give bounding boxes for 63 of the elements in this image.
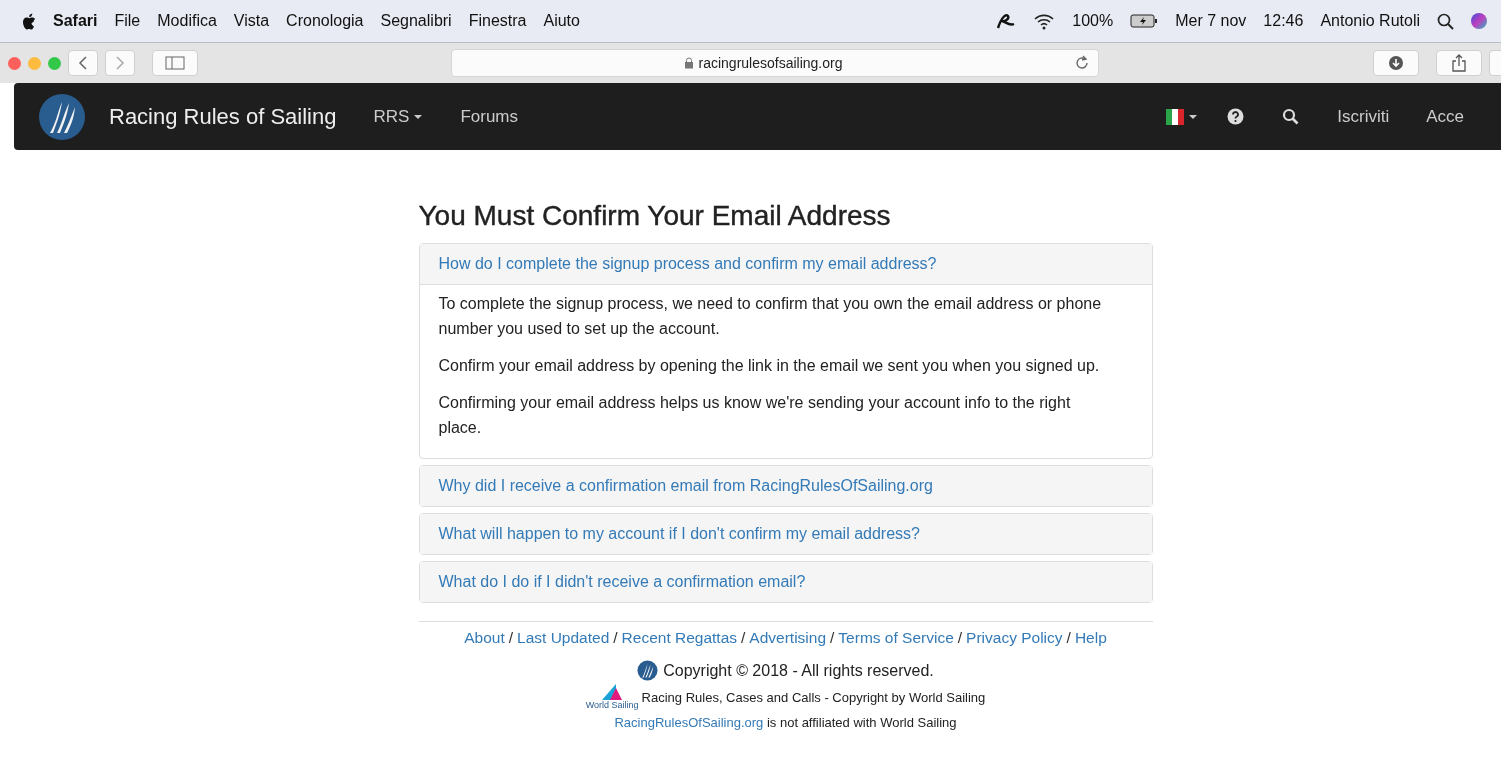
link-separator: / xyxy=(741,629,746,647)
nav-link[interactable]: RRS xyxy=(354,106,442,127)
copyright-text: Racing Rules, Cases and Calls - Copyright by World Sailing xyxy=(641,689,986,705)
battery-percent: 100% xyxy=(1072,12,1114,30)
link-separator: / xyxy=(830,629,835,647)
page-title: You Must Confirm Your Email Address xyxy=(418,200,892,232)
user-name[interactable]: Antonio Rutoli xyxy=(1320,12,1420,30)
script-icon[interactable] xyxy=(996,12,1017,30)
copyright-text: Copyright © 2018 - All rights reserved. xyxy=(663,661,934,680)
menu-item[interactable]: Vista xyxy=(233,12,270,30)
footer-link[interactable]: Recent Regattas xyxy=(621,629,738,647)
nav-link[interactable]: Acce xyxy=(1426,106,1481,127)
menu-item[interactable]: Aiuto xyxy=(543,12,580,30)
menu-item[interactable]: Finestra xyxy=(468,12,527,30)
language-menu[interactable] xyxy=(1166,108,1198,125)
back-icon xyxy=(78,55,88,71)
answer-paragraph: Confirm your email address by opening the link in the email we sent you when you signed up. xyxy=(438,356,1101,376)
flag-icon xyxy=(1166,108,1185,125)
address-bar[interactable]: racingrulesofsailing.org xyxy=(451,49,1099,77)
nav-link[interactable]: Forums xyxy=(441,106,537,127)
sail-logo-icon xyxy=(637,660,659,681)
menu-item[interactable]: Cronologia xyxy=(286,12,364,30)
menu-item[interactable]: Modifica xyxy=(157,12,217,30)
link-separator: / xyxy=(613,629,618,647)
menu-item[interactable]: Safari xyxy=(53,12,98,30)
search-icon[interactable] xyxy=(1437,12,1454,30)
answer-paragraph: Confirming your email address helps us know we're sending your account info to the right place. xyxy=(438,393,1072,438)
lock-icon xyxy=(683,57,694,69)
nav-link[interactable]: Iscriviti xyxy=(1337,106,1407,127)
menu-item[interactable]: File xyxy=(114,12,141,30)
link-separator: / xyxy=(1066,629,1071,647)
reload-icon[interactable] xyxy=(1074,55,1090,71)
date-text[interactable]: Mer 7 nov xyxy=(1175,12,1247,30)
sidebar-icon xyxy=(165,56,185,70)
forward-icon xyxy=(115,55,125,71)
siri-icon[interactable] xyxy=(1471,13,1487,29)
footer-link[interactable]: Last Updated xyxy=(517,629,610,647)
link-separator: / xyxy=(957,629,963,647)
help-icon[interactable] xyxy=(1227,108,1245,125)
footer-link[interactable]: Privacy Policy xyxy=(966,629,1063,647)
footer-link[interactable]: About xyxy=(464,629,505,647)
footer-link[interactable]: Terms of Service xyxy=(838,629,954,647)
battery-icon[interactable] xyxy=(1130,14,1159,28)
footer-link[interactable]: Advertising xyxy=(749,629,827,647)
url-text: racingrulesofsailing.org xyxy=(698,55,843,71)
time-text[interactable]: 12:46 xyxy=(1263,12,1304,30)
triangle-logo-icon xyxy=(600,684,625,700)
downloads-button[interactable] xyxy=(1373,50,1419,76)
search-icon[interactable] xyxy=(1282,108,1300,125)
footer-link[interactable]: Help xyxy=(1074,629,1107,647)
site-link[interactable]: RacingRulesOfSailing.org xyxy=(614,715,764,730)
download-icon xyxy=(1388,55,1404,71)
menu-item[interactable]: Segnalibri xyxy=(380,12,452,30)
wifi-icon[interactable] xyxy=(1033,12,1056,30)
link-separator: / xyxy=(508,629,514,647)
apple-icon[interactable] xyxy=(22,12,36,30)
share-button[interactable] xyxy=(1436,50,1482,76)
site-title[interactable]: Racing Rules of Sailing xyxy=(109,103,337,130)
logo-text: World Sailing xyxy=(585,700,639,710)
affiliation-text: is not affiliated with World Sailing xyxy=(766,715,957,730)
sail-logo-icon[interactable] xyxy=(38,92,86,141)
share-icon xyxy=(1451,54,1467,72)
answer-paragraph: To complete the signup process, we need to confirm that you own the email address or phone number you used to set up the account. xyxy=(438,294,1103,339)
